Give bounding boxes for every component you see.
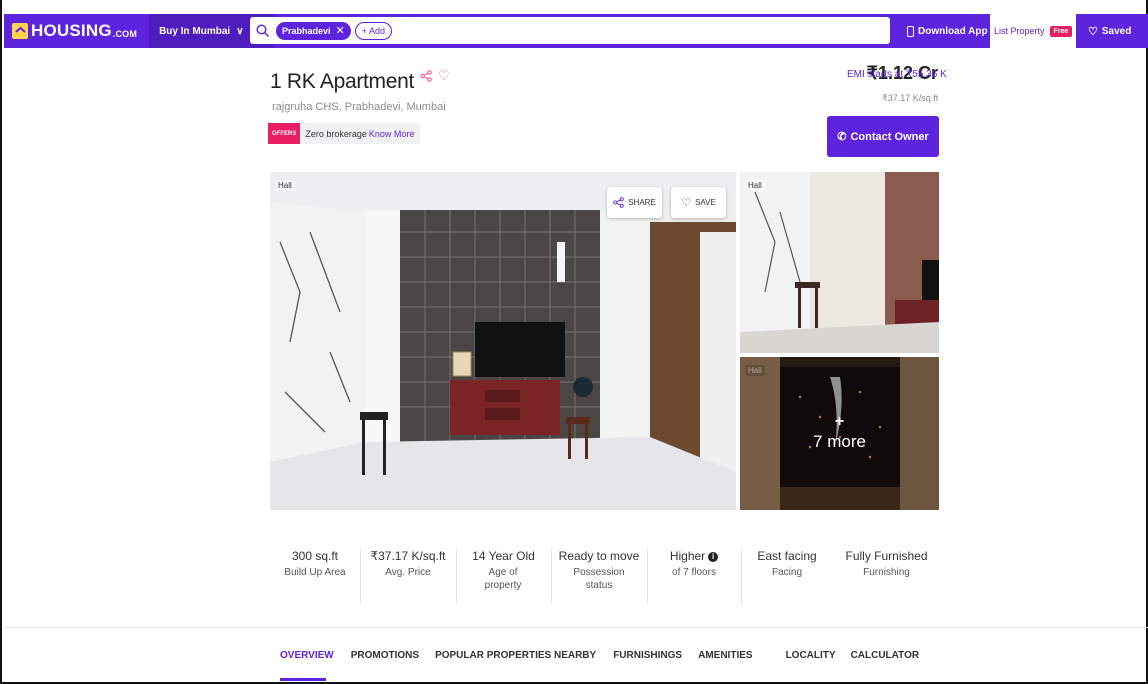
photo-share-button[interactable]: SHARE bbox=[607, 187, 662, 218]
tab-amenities[interactable]: AMENITIES bbox=[698, 650, 752, 661]
fact-value: 14 Year Old bbox=[472, 549, 535, 563]
logo-text: HOUSING bbox=[31, 21, 112, 40]
fact-label: Possession status bbox=[573, 567, 625, 591]
logo-house-icon bbox=[12, 23, 28, 39]
more-photos-overlay[interactable]: + 7 more bbox=[740, 357, 939, 510]
saved-link[interactable]: ♡ Saved bbox=[1088, 14, 1131, 48]
fact-label: Facing bbox=[771, 567, 802, 578]
search-bar[interactable]: Prabhadevi ✕ + Add bbox=[250, 17, 890, 44]
city-label: Buy In Mumbai bbox=[159, 25, 231, 37]
photo-room-tag: Hall bbox=[275, 180, 295, 191]
fact-floor: Higher i of 7 floors bbox=[647, 549, 741, 605]
fact-label: Avg. Price bbox=[385, 567, 431, 578]
side-photo-1[interactable]: Hall bbox=[740, 172, 939, 353]
search-chip-label: Prabhadevi bbox=[282, 25, 331, 36]
add-locality-button[interactable]: + Add bbox=[354, 21, 393, 40]
section-divider bbox=[4, 627, 1148, 628]
fact-possession: Ready to move Possession status bbox=[551, 549, 647, 605]
fact-value: ₹37.17 K/sq.ft bbox=[370, 549, 446, 563]
fact-build-up-area: 300 sq.ft Build Up Area bbox=[270, 549, 360, 592]
fact-label: Furnishing bbox=[863, 567, 910, 578]
know-more-link[interactable]: Know More bbox=[369, 129, 415, 139]
fact-facing: East facing Facing bbox=[741, 549, 833, 605]
fact-value: Ready to move bbox=[558, 549, 640, 563]
phone-icon bbox=[907, 25, 914, 37]
fact-divider bbox=[551, 549, 552, 605]
active-tab-indicator bbox=[280, 678, 326, 681]
listing-title: 1 RK Apartment bbox=[270, 70, 415, 93]
page-frame: HOUSING .COM Buy In Mumbai ∨ Prabhadevi … bbox=[0, 0, 1148, 684]
search-icon bbox=[256, 23, 270, 37]
offers-banner: OFFERS Zero brokerage Know More bbox=[268, 123, 421, 144]
tab-calculator[interactable]: CALCULATOR bbox=[851, 650, 920, 661]
fact-avg-price: ₹37.17 K/sq.ft Avg. Price bbox=[360, 549, 456, 605]
tab-locality[interactable]: LOCALITY bbox=[786, 650, 836, 661]
plus-icon: + bbox=[834, 413, 845, 430]
fact-value: Higher i bbox=[647, 549, 741, 563]
search-chip-locality[interactable]: Prabhadevi ✕ bbox=[276, 21, 351, 40]
share-icon bbox=[613, 197, 624, 208]
price-per-sqft: ₹37.17 K/sq.ft bbox=[882, 93, 939, 103]
hall-photo-2-illustration bbox=[740, 172, 939, 353]
emi-text[interactable]: EMI starts at ₹55.36 K bbox=[847, 69, 947, 80]
download-app-link[interactable]: Download App bbox=[907, 14, 988, 48]
save-label: SAVE bbox=[695, 198, 716, 207]
info-icon[interactable]: i bbox=[708, 552, 719, 562]
list-property-button[interactable]: List Property Free bbox=[990, 14, 1076, 48]
logo-suffix: .COM bbox=[112, 28, 138, 39]
fact-label: Build Up Area bbox=[284, 567, 346, 578]
section-tabs: OVERVIEW PROMOTIONS POPULAR PROPERTIES N… bbox=[280, 650, 919, 661]
listing-address: rajgruha CHS, Prabhadevi, Mumbai bbox=[272, 101, 446, 113]
main-photo[interactable]: Hall SHARE ♡ SAVE bbox=[270, 172, 736, 510]
tab-overview[interactable]: OVERVIEW bbox=[280, 650, 334, 661]
fact-value: Fully Furnished bbox=[845, 549, 928, 563]
fact-furnishing: Fully Furnished Furnishing bbox=[833, 549, 940, 592]
title-actions: ♡ bbox=[420, 69, 450, 82]
heart-icon: ♡ bbox=[681, 197, 692, 209]
phone-call-icon: ✆ bbox=[837, 131, 847, 143]
offers-tag: OFFERS bbox=[268, 123, 301, 144]
remove-chip-icon[interactable]: ✕ bbox=[336, 24, 345, 37]
fact-value: 300 sq.ft bbox=[291, 549, 339, 563]
fact-age: 14 Year Old Age of property bbox=[456, 549, 551, 605]
offer-text: Zero brokerage bbox=[305, 128, 367, 139]
contact-owner-button[interactable]: ✆ Contact Owner bbox=[827, 116, 939, 157]
top-nav-bar: HOUSING .COM Buy In Mumbai ∨ Prabhadevi … bbox=[4, 14, 1148, 48]
contact-owner-label: Contact Owner bbox=[850, 130, 929, 143]
tab-popular-properties-nearby[interactable]: POPULAR PROPERTIES NEARBY bbox=[435, 650, 596, 661]
housing-logo[interactable]: HOUSING .COM bbox=[12, 21, 137, 41]
list-property-label: List Property bbox=[994, 26, 1045, 36]
fact-label: Age of property bbox=[484, 567, 522, 591]
chevron-down-icon: ∨ bbox=[236, 25, 244, 37]
shortlist-heart-icon[interactable]: ♡ bbox=[438, 69, 450, 82]
saved-heart-icon: ♡ bbox=[1088, 25, 1098, 38]
tab-promotions[interactable]: PROMOTIONS bbox=[351, 650, 419, 661]
fact-divider bbox=[741, 549, 742, 605]
side-photo-2[interactable]: Hall + 7 more bbox=[740, 357, 939, 510]
share-label: SHARE bbox=[628, 198, 656, 207]
property-facts: 300 sq.ft Build Up Area ₹37.17 K/sq.ft A… bbox=[270, 549, 940, 605]
tab-furnishings[interactable]: FURNISHINGS bbox=[613, 650, 682, 661]
more-photos-count: 7 more bbox=[813, 432, 866, 451]
fact-value-text: Higher bbox=[669, 549, 706, 563]
saved-label: Saved bbox=[1101, 25, 1132, 37]
fact-divider bbox=[647, 549, 648, 605]
fact-divider bbox=[456, 549, 457, 605]
fact-divider bbox=[360, 549, 361, 605]
fact-label: of 7 floors bbox=[672, 567, 716, 578]
fact-value: East facing bbox=[757, 549, 817, 563]
hall-photo-illustration bbox=[270, 172, 736, 510]
free-badge: Free bbox=[1049, 25, 1073, 37]
photo-room-tag: Hall bbox=[745, 180, 765, 191]
photo-save-button[interactable]: ♡ SAVE bbox=[671, 187, 726, 218]
share-icon[interactable] bbox=[420, 70, 432, 82]
download-app-label: Download App bbox=[918, 25, 988, 37]
